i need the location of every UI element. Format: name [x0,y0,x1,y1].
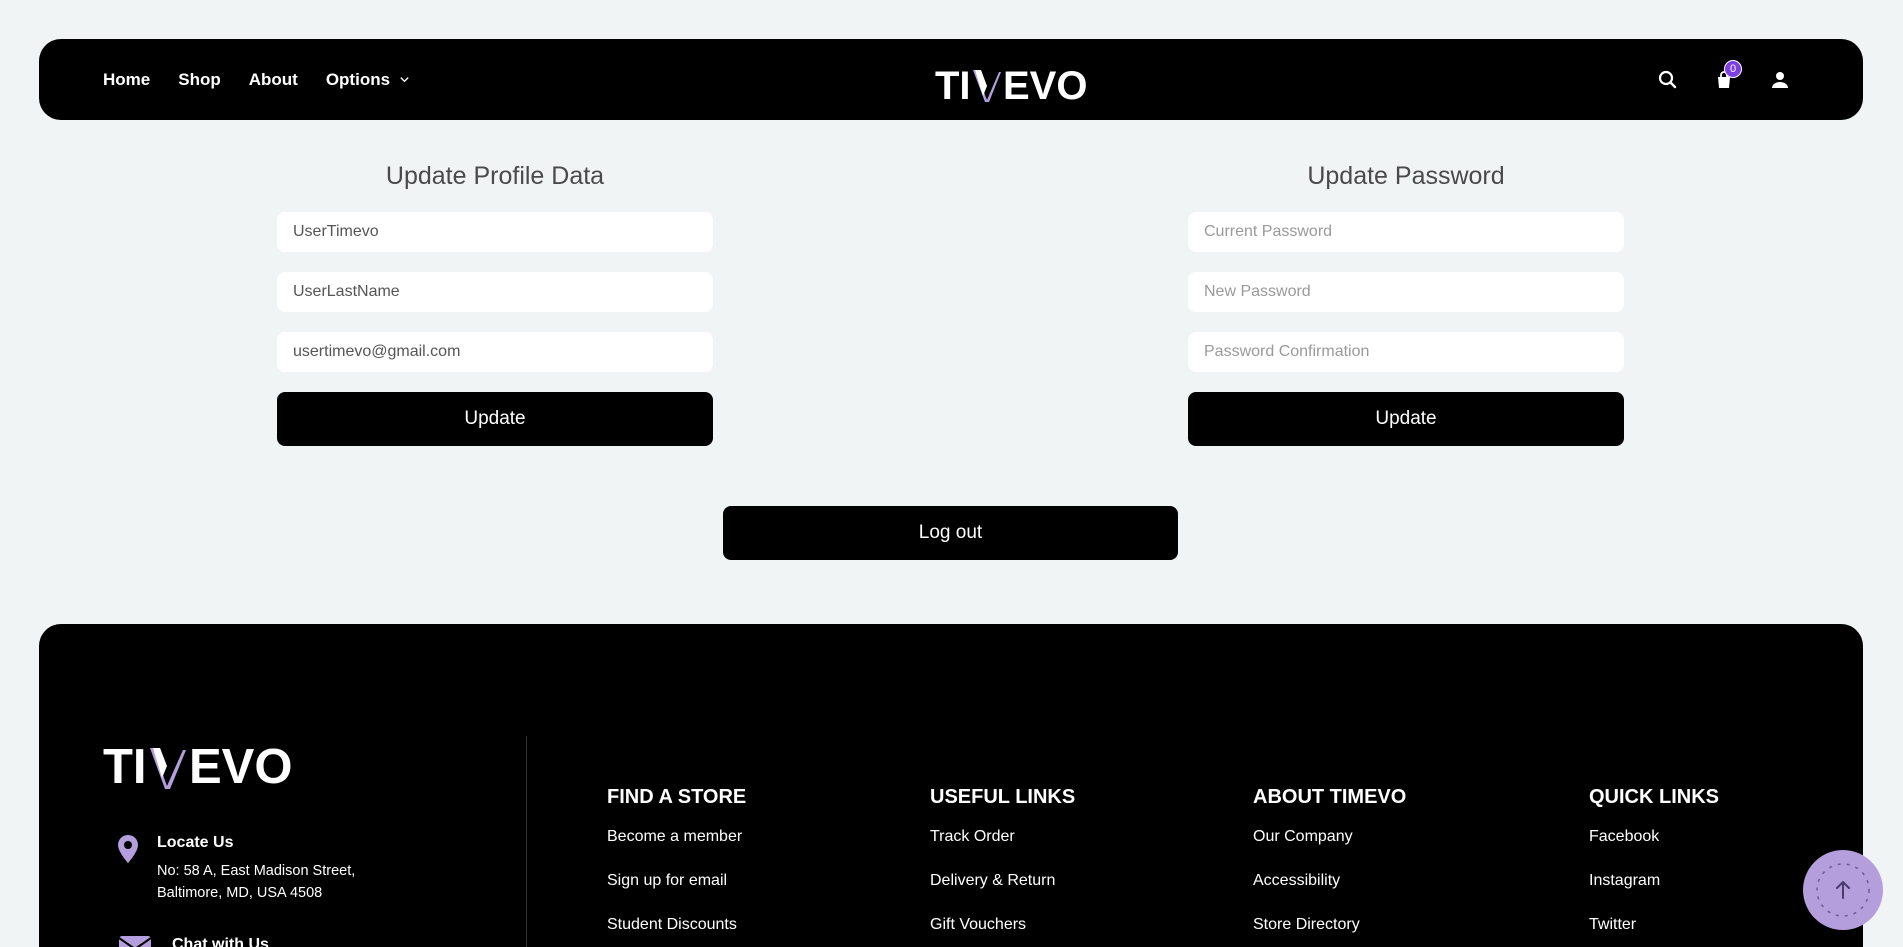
update-password-form: Update Password Update [1188,158,1624,446]
address-line-2: Baltimore, MD, USA 4508 [157,885,323,901]
footer-heading-find-a-store: FIND A STORE [607,786,747,808]
search-icon[interactable] [1657,69,1679,91]
update-password-button[interactable]: Update [1188,392,1624,446]
cart-count-badge: 0 [1724,59,1742,78]
nav-options-label: Options [325,69,391,89]
nav-about-label: About [248,69,298,89]
address-line-1: No: 58 A, East Madison Street, [157,863,356,879]
nav-home-label: Home [103,69,151,89]
footer-logo-text-right: EVO [189,740,292,792]
footer-heading-quick-links: QUICK LINKS [1589,786,1719,808]
nav-about-link[interactable]: About [249,70,298,90]
nav-shop-label: Shop [178,69,221,89]
email-field[interactable] [277,332,713,372]
footer-column-quick-links: QUICK LINKS Facebook Instagram Twitter [1589,786,1719,947]
footer-column-about-timevo: ABOUT TIMEVO Our Company Accessibility S… [1253,786,1406,947]
footer-link-accessibility[interactable]: Accessibility [1253,871,1406,915]
footer-divider [526,736,527,947]
scroll-to-top-button[interactable] [1803,850,1883,930]
footer-link-facebook[interactable]: Facebook [1589,827,1719,871]
update-profile-form: Update Profile Data Update [277,158,713,446]
chevron-down-icon [400,77,409,83]
footer-link-gift-vouchers[interactable]: Gift Vouchers [930,915,1075,947]
locate-us-title: Locate Us [157,834,234,851]
first-name-field[interactable] [277,212,713,252]
footer-logo-text-left: TI [103,740,147,792]
nav-options-dropdown[interactable]: Options [326,70,410,90]
chat-with-us-title: Chat with Us [172,936,269,947]
footer-link-become-member[interactable]: Become a member [607,827,746,871]
footer-link-instagram[interactable]: Instagram [1589,871,1719,915]
profile-form-title: Update Profile Data [385,162,605,190]
map-pin-icon [118,835,138,863]
password-confirmation-field[interactable] [1188,332,1624,372]
timevo-logo[interactable]: TI EVO [935,56,1095,106]
top-navbar: Home Shop About Options TI EVO 0 [39,39,1863,120]
logo-m-left [975,70,987,96]
footer-link-student-discounts[interactable]: Student Discounts [607,915,746,947]
user-icon[interactable] [1769,69,1791,91]
nav-home-link[interactable]: Home [103,70,150,90]
footer-column-useful-links: USEFUL LINKS Track Order Delivery & Retu… [930,786,1075,947]
main-nav: Home Shop About Options [103,39,438,120]
new-password-field[interactable] [1188,272,1624,312]
last-name-field[interactable] [277,272,713,312]
footer-link-sign-up-email[interactable]: Sign up for email [607,871,746,915]
nav-shop-link[interactable]: Shop [178,70,221,90]
footer-timevo-logo[interactable]: TI EVO [103,734,303,792]
footer-link-store-directory[interactable]: Store Directory [1253,915,1406,947]
cart-button[interactable]: 0 [1713,59,1742,91]
footer-link-twitter[interactable]: Twitter [1589,915,1719,947]
logo-text-left: TI [935,64,971,106]
password-form-title: Update Password [1307,162,1505,190]
current-password-field[interactable] [1188,212,1624,252]
footer-column-find-a-store: FIND A STORE Become a member Sign up for… [607,786,746,947]
site-footer: TI EVO Locate Us No: 58 A, East Madison … [39,624,1863,947]
arrow-up-icon [1816,863,1870,917]
logo-text-right: EVO [1003,64,1087,106]
logout-button[interactable]: Log out [723,506,1178,560]
footer-link-track-order[interactable]: Track Order [930,827,1075,871]
update-profile-button[interactable]: Update [277,392,713,446]
footer-link-delivery-return[interactable]: Delivery & Return [930,871,1075,915]
footer-link-our-company[interactable]: Our Company [1253,827,1406,871]
header-actions: 0 [1623,39,1791,120]
footer-heading-about-timevo: ABOUT TIMEVO [1253,786,1407,808]
envelope-icon [119,936,151,947]
footer-heading-useful-links: USEFUL LINKS [930,786,1076,808]
